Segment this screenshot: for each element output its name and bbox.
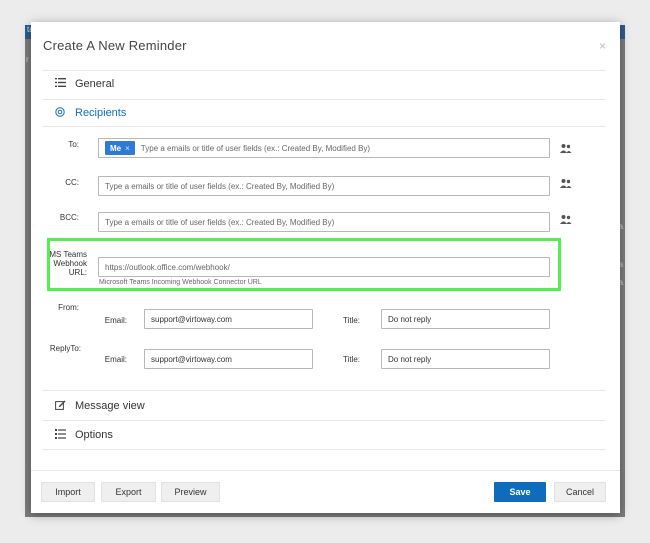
import-button[interactable]: Import <box>41 482 95 502</box>
reply-to-email-input[interactable] <box>151 354 312 364</box>
bcc-label: BCC: <box>59 213 79 222</box>
from-title-input[interactable] <box>388 314 549 324</box>
recipient-chip-label: Me <box>110 143 122 153</box>
from-title-field[interactable] <box>381 309 550 329</box>
to-input[interactable] <box>140 143 549 153</box>
list-icon <box>52 78 68 90</box>
remove-chip-icon[interactable]: × <box>125 144 130 153</box>
to-label: To: <box>68 140 79 149</box>
create-reminder-dialog: Create A New Reminder × General Recipien… <box>31 22 620 513</box>
teams-label-line: URL: <box>68 268 87 277</box>
from-email-field[interactable] <box>144 309 313 329</box>
section-options-label: Options <box>75 429 113 441</box>
save-button[interactable]: Save <box>494 482 546 502</box>
cc-label: CC: <box>65 178 79 187</box>
options-list-icon <box>52 428 68 442</box>
from-email-label: Email: <box>104 316 127 325</box>
dialog-footer: Import Export Preview Save Cancel <box>31 470 620 513</box>
export-button[interactable]: Export <box>101 482 156 502</box>
people-picker-icon[interactable] <box>559 143 573 155</box>
section-options[interactable]: Options <box>42 421 606 449</box>
section-recipients-label: Recipients <box>75 107 127 119</box>
section-general-label: General <box>75 78 115 90</box>
section-message-view[interactable]: Message view <box>42 392 606 420</box>
dialog-title: Create A New Reminder <box>43 38 187 53</box>
teams-webhook-input[interactable] <box>105 262 549 272</box>
cc-input[interactable] <box>105 181 549 191</box>
edit-icon <box>52 400 68 413</box>
close-icon[interactable]: × <box>599 39 606 53</box>
to-field[interactable]: Me × <box>98 138 550 158</box>
teams-webhook-hint: Microsoft Teams Incoming Webhook Connect… <box>99 279 262 286</box>
from-title-label: Title: <box>342 316 360 325</box>
section-divider <box>42 449 606 450</box>
section-recipients[interactable]: Recipients <box>42 99 606 127</box>
bcc-field[interactable] <box>98 212 550 232</box>
section-divider <box>42 390 606 391</box>
people-picker-icon[interactable] <box>559 178 573 190</box>
reply-to-title-input[interactable] <box>388 354 549 364</box>
bcc-input[interactable] <box>105 217 549 227</box>
section-general[interactable]: General <box>42 70 606 98</box>
reply-to-email-field[interactable] <box>144 349 313 369</box>
cc-field[interactable] <box>98 176 550 196</box>
people-picker-icon[interactable] <box>559 214 573 226</box>
at-icon <box>52 106 68 120</box>
reply-to-title-field[interactable] <box>381 349 550 369</box>
cancel-button[interactable]: Cancel <box>554 482 606 502</box>
reply-to-email-label: Email: <box>104 355 127 364</box>
from-label: From: <box>58 303 79 312</box>
teams-label-line: MS Teams <box>49 250 87 259</box>
recipient-chip-me[interactable]: Me × <box>105 141 135 155</box>
background-edge-text: r <box>26 55 29 64</box>
from-email-input[interactable] <box>151 314 312 324</box>
teams-webhook-label: MS Teams Webhook URL: <box>43 250 87 277</box>
preview-button[interactable]: Preview <box>161 482 220 502</box>
section-message-view-label: Message view <box>75 400 145 412</box>
reply-to-title-label: Title: <box>342 355 360 364</box>
reply-to-label: ReplyTo: <box>49 344 81 353</box>
section-divider <box>42 126 606 127</box>
teams-webhook-field[interactable] <box>98 257 550 277</box>
teams-label-line: Webhook <box>53 259 87 268</box>
